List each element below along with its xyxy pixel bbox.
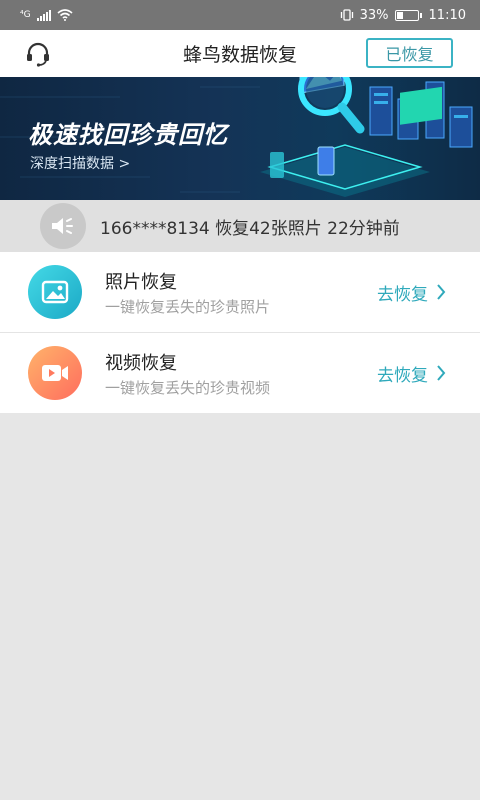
speaker-icon xyxy=(40,203,86,249)
status-bar: ⁴G 33% 11:10 xyxy=(0,0,480,30)
battery-icon xyxy=(394,9,422,21)
page-title: 蜂鸟数据恢复 xyxy=(182,44,297,66)
video-icon xyxy=(28,346,82,400)
photo-recover-button[interactable]: 去恢复 xyxy=(377,280,446,305)
video-recover-button[interactable]: 去恢复 xyxy=(377,361,446,386)
photo-recover-label: 去恢复 xyxy=(377,284,428,305)
battery-percent: 33% xyxy=(359,7,389,23)
photo-recovery-item[interactable]: 照片恢复 一键恢复丢失的珍贵照片 去恢复 xyxy=(0,252,480,333)
photo-recovery-texts: 照片恢复 一键恢复丢失的珍贵照片 xyxy=(105,272,270,316)
chevron-right-icon xyxy=(437,365,446,381)
wifi-icon xyxy=(57,9,73,21)
photo-icon xyxy=(28,265,82,319)
video-recovery-desc: 一键恢复丢失的珍贵视频 xyxy=(105,379,271,397)
notice-text: 166****8134 恢复42张照片 22分钟前 xyxy=(100,218,400,239)
restored-button[interactable]: 已恢复 xyxy=(366,38,453,68)
video-recover-label: 去恢复 xyxy=(377,365,428,386)
status-right: 33% 11:10 xyxy=(340,8,466,23)
video-recovery-title: 视频恢复 xyxy=(105,353,177,374)
network-type: ⁴G xyxy=(20,10,31,20)
recovery-list: 照片恢复 一键恢复丢失的珍贵照片 去恢复 视频恢复 一键恢复丢失的珍贵视频 去恢… xyxy=(0,252,480,413)
banner-title: 极速找回珍贵回忆 xyxy=(28,121,228,149)
chevron-right-icon xyxy=(437,284,446,300)
battery-level xyxy=(396,11,404,19)
promo-banner[interactable]: 极速找回珍贵回忆 深度扫描数据 > xyxy=(0,77,480,200)
banner-subtitle[interactable]: 深度扫描数据 > xyxy=(30,153,130,173)
clock: 11:10 xyxy=(428,7,466,23)
signal-icon xyxy=(36,9,51,21)
headset-icon[interactable] xyxy=(24,40,52,68)
video-recovery-texts: 视频恢复 一键恢复丢失的珍贵视频 xyxy=(105,353,270,397)
photo-recovery-title: 照片恢复 xyxy=(105,272,177,293)
video-recovery-item[interactable]: 视频恢复 一键恢复丢失的珍贵视频 去恢复 xyxy=(0,333,480,413)
notice-bar: 166****8134 恢复42张照片 22分钟前 xyxy=(0,200,480,252)
app-header: 蜂鸟数据恢复 已恢复 xyxy=(0,30,480,77)
vibrate-icon xyxy=(340,9,353,21)
photo-recovery-desc: 一键恢复丢失的珍贵照片 xyxy=(105,298,271,316)
status-left: ⁴G xyxy=(20,9,73,21)
